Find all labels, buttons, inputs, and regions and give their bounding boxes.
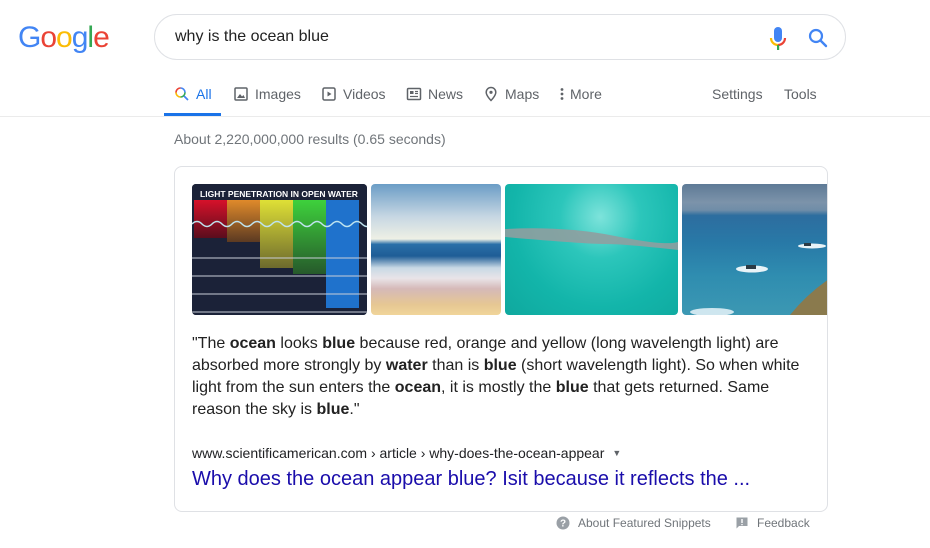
snippet-image-light-penetration[interactable]: LIGHT PENETRATION IN OPEN WATER (192, 184, 367, 315)
light-penetration-graphic: LIGHT PENETRATION IN OPEN WATER (192, 184, 367, 315)
quote-text: than is (427, 357, 484, 374)
citation-url: www.scientificamerican.com › article › w… (192, 445, 605, 461)
logo-letter: e (93, 21, 110, 54)
snippet-title-link[interactable]: Why does the ocean appear blue? Isit bec… (192, 468, 750, 491)
road-graphic (505, 228, 678, 250)
search-icon[interactable] (807, 27, 829, 49)
snippet-image-aerial-road[interactable] (505, 184, 678, 315)
tab-more-label: More (570, 86, 602, 102)
tab-news[interactable]: News (406, 85, 463, 103)
snippet-citation: www.scientificamerican.com › article › w… (192, 445, 621, 461)
more-vert-icon (560, 88, 564, 100)
settings-label: Settings (712, 86, 763, 102)
sea-graphic (690, 243, 827, 315)
feedback-label: Feedback (757, 516, 810, 530)
tab-videos[interactable]: Videos (321, 85, 386, 103)
svg-text:?: ? (560, 519, 566, 530)
tab-all-label: All (196, 86, 212, 102)
logo-letter: g (71, 21, 89, 54)
settings-link[interactable]: Settings (712, 85, 763, 103)
quote-text: ." (349, 401, 360, 418)
logo-letter: o (40, 21, 57, 54)
highlighted-term: blue (316, 401, 350, 418)
tab-more[interactable]: More (558, 85, 602, 103)
help-icon: ? (556, 516, 570, 530)
feedback-icon (736, 517, 748, 529)
logo-letter: G (18, 21, 41, 54)
tab-images[interactable]: Images (233, 85, 301, 103)
tools-link[interactable]: Tools (784, 85, 817, 103)
search-tabs: All Images Videos News Maps More Setting… (0, 76, 930, 117)
image-icon (234, 87, 248, 101)
microphone-icon[interactable] (769, 26, 787, 52)
highlighted-term: blue (483, 357, 517, 374)
multicolor-search-icon (175, 87, 189, 101)
about-featured-snippets-label: About Featured Snippets (578, 516, 711, 530)
highlighted-term: ocean (229, 335, 276, 352)
tools-label: Tools (784, 86, 817, 102)
caret-down-icon[interactable]: ▼ (612, 448, 621, 458)
video-icon (322, 87, 336, 101)
result-stats: About 2,220,000,000 results (0.65 second… (174, 131, 446, 147)
tab-maps[interactable]: Maps (483, 85, 539, 103)
logo-letter: o (56, 21, 73, 54)
highlighted-term: blue (322, 335, 356, 352)
tab-news-label: News (428, 86, 464, 102)
search-box[interactable]: why is the ocean blue (154, 14, 846, 60)
tab-maps-label: Maps (505, 86, 540, 102)
image-caption: LIGHT PENETRATION IN OPEN WATER (200, 189, 358, 199)
google-logo[interactable]: Google (18, 21, 110, 55)
search-input[interactable]: why is the ocean blue (175, 28, 329, 46)
tab-videos-label: Videos (343, 86, 386, 102)
snippet-image-beach[interactable] (371, 184, 501, 315)
tab-images-label: Images (255, 86, 301, 102)
about-featured-snippets-link[interactable]: ? About Featured Snippets (556, 516, 711, 530)
featured-snippet: LIGHT PENETRATION IN OPEN WATER "The oce… (174, 166, 828, 512)
highlighted-term: ocean (394, 379, 442, 396)
quote-text: , it is mostly the (441, 379, 556, 396)
feedback-link[interactable]: Feedback (735, 516, 810, 530)
snippet-quote: "The ocean looks blue because red, orang… (192, 333, 812, 421)
quote-text: "The (192, 335, 230, 352)
active-tab-indicator (164, 113, 221, 116)
snippet-image-sea-boats[interactable] (682, 184, 827, 315)
quote-text: looks (275, 335, 323, 352)
highlighted-term: water (385, 357, 428, 374)
tab-all[interactable]: All (174, 85, 212, 103)
map-pin-icon (485, 86, 497, 102)
highlighted-term: blue (555, 379, 589, 396)
news-icon (406, 87, 422, 101)
